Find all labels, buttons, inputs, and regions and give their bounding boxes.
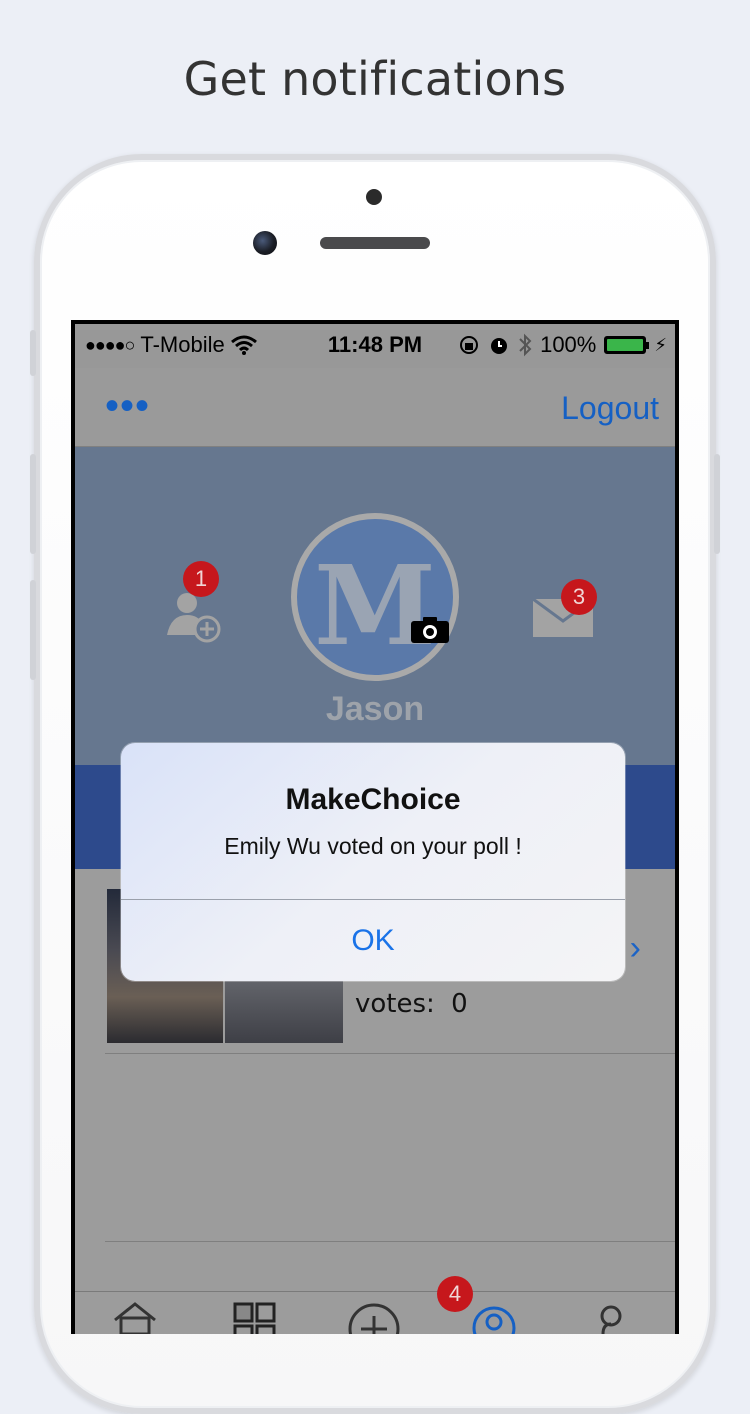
headline: Get notifications — [183, 52, 567, 106]
chevron-right-icon: › — [629, 929, 641, 967]
alert-title: MakeChoice — [285, 783, 461, 816]
avatar[interactable]: M — [291, 513, 459, 681]
tab-profile-icon[interactable] — [595, 1302, 631, 1334]
side-button-mute — [30, 330, 36, 376]
friend-requests-badge: 1 — [183, 561, 219, 597]
front-sensor — [366, 189, 382, 205]
alarm-icon — [491, 338, 508, 354]
profile-name: Jason — [325, 690, 425, 728]
profile-header: 1 M Jason 3 — [75, 447, 675, 871]
navigation-bar: ••• Logout — [75, 368, 675, 447]
tab-grid-icon[interactable] — [233, 1302, 277, 1334]
battery-percent: 100% — [540, 332, 597, 357]
friend-requests-button[interactable]: 1 — [163, 561, 223, 645]
messages-badge: 3 — [561, 579, 597, 615]
status-right: 100% ⚡ — [458, 332, 667, 358]
avatar-logo-letter: M — [314, 541, 436, 670]
tab-home-icon[interactable] — [111, 1302, 159, 1334]
more-menu-button[interactable]: ••• — [105, 386, 150, 426]
ok-button[interactable]: OK — [121, 900, 625, 981]
tab-bar: 4 — [75, 1276, 675, 1334]
status-bar: ●●●●○ T-Mobile 11:48 PM 100% ⚡ — [75, 324, 675, 368]
logout-button[interactable]: Logout — [561, 390, 659, 427]
list-divider — [105, 1241, 675, 1242]
bluetooth-icon — [519, 333, 532, 357]
tab-add-poll-icon[interactable] — [347, 1302, 401, 1334]
alert-message: Emily Wu voted on your poll ! — [224, 833, 522, 859]
side-button-volume-down — [30, 580, 36, 680]
votes-count: 0 — [451, 989, 468, 1019]
tab-activity-icon[interactable] — [471, 1302, 517, 1334]
earpiece-speaker — [320, 237, 430, 249]
poll-votes: votes: 0 — [355, 989, 468, 1019]
notification-alert: MakeChoice Emily Wu voted on your poll !… — [121, 743, 625, 981]
side-button-volume-up — [30, 454, 36, 554]
charging-bolt-icon: ⚡ — [654, 334, 667, 355]
tab-notifications-badge: 4 — [437, 1276, 473, 1312]
messages-button[interactable]: 3 — [531, 579, 597, 639]
votes-label: votes: — [355, 989, 435, 1019]
camera-icon[interactable] — [411, 617, 449, 643]
battery-icon — [604, 336, 650, 354]
list-divider — [105, 1053, 675, 1054]
rotation-lock-icon — [460, 336, 479, 354]
side-button-power — [714, 454, 720, 554]
front-camera — [253, 231, 277, 255]
